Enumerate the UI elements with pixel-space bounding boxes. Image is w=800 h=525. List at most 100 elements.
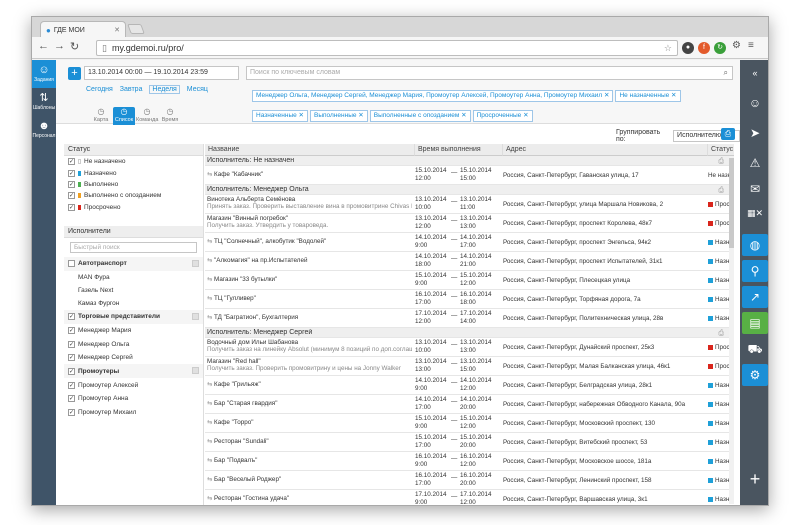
printer-icon[interactable]: ⎙ [718, 330, 724, 338]
executor-item[interactable]: ✓ Менеджер Сергей [64, 351, 203, 365]
user-icon[interactable]: ☺ [742, 92, 768, 114]
task-name[interactable]: ⇆ Кафе "Грильяж" [207, 381, 412, 388]
task-name[interactable]: ⇆ ТД "Багратион", Бухгалтерия [207, 314, 412, 321]
table-row[interactable]: ⇆ Бар "Подвалъ" 16.10.2014 9:00 16.10.2014… [205, 452, 734, 471]
gear-icon[interactable]: ⚙ [732, 40, 741, 51]
group-settings-icon[interactable] [192, 312, 199, 320]
period-week[interactable]: Неделя [149, 85, 180, 94]
period-month[interactable]: Месяц [187, 86, 208, 93]
checkbox[interactable]: ✓ [68, 180, 75, 188]
task-name[interactable]: ⇆ Ресторан "Гостина удача" [207, 495, 412, 502]
group-settings-icon[interactable] [192, 259, 199, 267]
task-name[interactable]: Винотека Альберта Семёнова [207, 196, 412, 203]
star-icon[interactable]: ☆ [664, 43, 672, 54]
tab-team[interactable]: ◷ Команда [136, 107, 158, 125]
mail-icon[interactable]: ✉ [742, 178, 768, 200]
header-status[interactable]: Статус [708, 144, 734, 156]
reload-icon[interactable]: ↻ [70, 40, 79, 53]
search-icon[interactable]: ⌕ [724, 68, 728, 78]
filter-tag[interactable]: Выполненные ✕ [310, 110, 368, 122]
printer-icon[interactable]: ⎙ [718, 187, 724, 195]
add-icon[interactable]: + [742, 468, 768, 490]
task-name[interactable]: ⇆ Бар "Подвалъ" [207, 457, 412, 464]
table-row[interactable]: Водочный дом Ильи Шабанова Получить заказ… [205, 338, 734, 357]
filter-tag[interactable]: Просроченные ✕ [472, 110, 533, 122]
task-name[interactable]: ⇆ Бар "Старая гвардия" [207, 400, 412, 407]
tab-time[interactable]: ◷ Время [159, 107, 181, 125]
checkbox[interactable]: ✓ [68, 158, 75, 166]
globe-icon[interactable]: ◍ [742, 234, 768, 256]
executor-item[interactable]: Газель Next [64, 284, 203, 297]
executor-item[interactable]: ✓ Промоутер Алексей [64, 378, 203, 392]
settings-icon[interactable]: ⚙ [742, 364, 768, 386]
task-name[interactable]: Водочный дом Ильи Шабанова [207, 339, 412, 346]
tab-map[interactable]: ◷ Карта [90, 107, 112, 125]
task-name[interactable]: ⇆ Кафе "Торро" [207, 419, 412, 426]
task-name[interactable]: ⇆ ТЦ "Гулливер" [207, 295, 412, 302]
executor-item[interactable]: Камаз Фургон [64, 297, 203, 310]
checkbox[interactable]: ✓ [68, 408, 75, 416]
close-icon[interactable]: ✕ [521, 112, 528, 119]
close-icon[interactable]: ✕ [356, 112, 363, 119]
close-icon[interactable]: ✕ [602, 92, 609, 99]
filter-tag[interactable]: Не назначенные ✕ [615, 90, 681, 102]
period-today[interactable]: Сегодня [86, 86, 113, 93]
table-row[interactable]: ⇆ ТЦ "Гулливер" 16.10.2014 17:00 16.10.201… [205, 290, 734, 309]
table-row[interactable]: Магазин "Винный погребок" Получить заказ.… [205, 214, 734, 233]
table-row[interactable]: ⇆ "Алкомагия" на пр.Испытателей 14.10.201… [205, 252, 734, 271]
checkbox[interactable]: ✓ [68, 192, 75, 200]
status-filter-item[interactable]: ✓ Выполнено [64, 179, 203, 190]
checkbox[interactable]: ✓ [68, 203, 75, 211]
close-icon[interactable]: ✕ [114, 26, 120, 34]
task-name[interactable]: ⇆ "Алкомагия" на пр.Испытателей [207, 257, 412, 264]
checkbox[interactable]: ✓ [68, 395, 75, 403]
filter-tag[interactable]: Назначенные ✕ [252, 110, 309, 122]
checkbox[interactable]: ✓ [68, 313, 75, 321]
task-name[interactable]: Магазин "Red hall" [207, 358, 412, 365]
executor-group[interactable]: Автотранспорт [64, 256, 203, 271]
table-row[interactable]: Магазин "Red hall" Получить заказ. Провер… [205, 357, 734, 376]
status-filter-item[interactable]: ✓ Выполнено с опозданием [64, 190, 203, 201]
checkbox[interactable]: ✓ [68, 327, 75, 335]
table-row[interactable]: ⇆ Магазин "33 бутылки" 15.10.2014 9:00 15.… [205, 271, 734, 290]
forward-icon[interactable]: → [54, 40, 65, 52]
table-row[interactable]: ⇆ Ресторан "Гостина удача" 17.10.2014 9:0… [205, 490, 734, 505]
executor-item[interactable]: MAN Фура [64, 271, 203, 284]
close-icon[interactable]: ✕ [669, 92, 676, 99]
scrollbar-thumb[interactable] [729, 158, 734, 248]
executor-group[interactable]: ✓ Торговые представители [64, 309, 203, 324]
checkbox[interactable]: ✓ [68, 169, 75, 177]
pin-icon[interactable]: ⚲ [742, 260, 768, 282]
extension-icon[interactable]: f [698, 42, 710, 54]
table-row[interactable]: ⇆ ТД "Багратион", Бухгалтерия 17.10.2014 … [205, 309, 734, 328]
browser-tab[interactable]: ● ГДЕ МОИ ✕ [40, 21, 126, 38]
address-bar[interactable]: ▯ my.gdemoi.ru/pro/ ☆ [96, 40, 678, 56]
new-tab-button[interactable] [127, 24, 145, 34]
menu-icon[interactable]: ≡ [748, 40, 754, 51]
task-name[interactable]: Магазин "Винный погребок" [207, 215, 412, 222]
add-task-button[interactable]: + [68, 67, 81, 80]
table-row[interactable]: ⇆ Кафе "Торро" 15.10.2014 9:00 15.10.2014 … [205, 414, 734, 433]
table-row[interactable]: ⇆ Ресторан "Sundali" 15.10.2014 17:00 15.1… [205, 433, 734, 452]
close-icon[interactable]: ✕ [459, 112, 466, 119]
nav-tasks[interactable]: ☺ Задания [32, 60, 56, 88]
checkbox[interactable]: ✓ [68, 340, 75, 348]
task-name[interactable]: ⇆ Ресторан "Sundali" [207, 438, 412, 445]
nav-staff[interactable]: ☻ Персонал [32, 116, 56, 144]
scrollbar[interactable] [729, 156, 734, 504]
quick-search-input[interactable]: Быстрый поиск [70, 241, 197, 253]
task-name[interactable]: ⇆ ТЦ "Солнечный", алкобутик "Водолей" [207, 238, 412, 245]
checkbox[interactable]: ✓ [68, 354, 75, 362]
status-filter-item[interactable]: ✓ Просрочено [64, 202, 203, 213]
document-icon[interactable]: ▤ [742, 312, 768, 334]
keyword-search-input[interactable]: Поиск по ключевым словам ⌕ [246, 66, 733, 80]
header-time[interactable]: Время выполнения [415, 144, 503, 156]
checkbox[interactable] [68, 260, 75, 268]
print-button[interactable]: ⎙ [721, 128, 735, 140]
table-row[interactable]: ⇆ Кафе "Кабачник" 15.10.2014 12:00 15.10.2… [205, 166, 734, 185]
filter-tag[interactable]: Менеджер Ольга, Менеджер Сергей, Менедже… [252, 90, 614, 102]
period-tomorrow[interactable]: Завтра [120, 86, 143, 93]
back-icon[interactable]: ← [38, 40, 49, 52]
date-range-input[interactable]: 13.10.2014 00:00 — 19.10.2014 23:59 [84, 66, 239, 80]
task-name[interactable]: ⇆ Магазин "33 бутылки" [207, 276, 412, 283]
